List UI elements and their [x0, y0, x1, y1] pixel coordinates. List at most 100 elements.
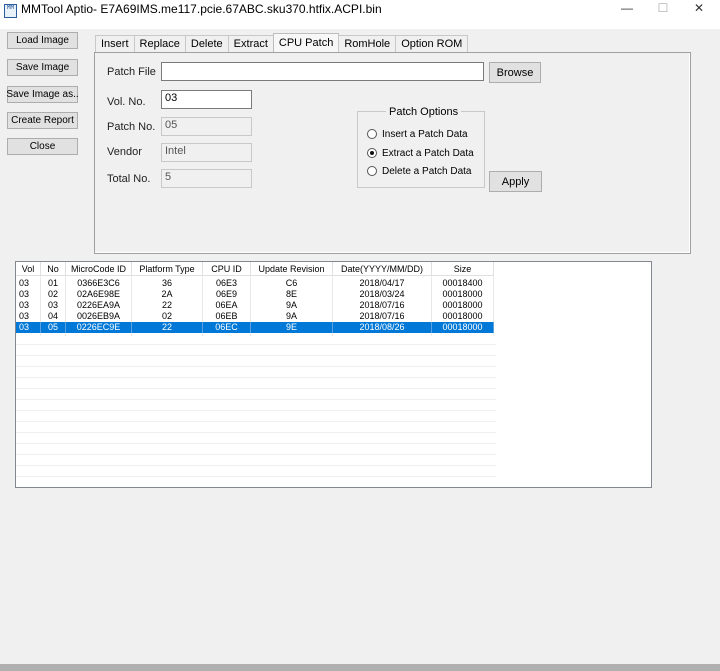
cell-cpu-id: 06EC	[203, 322, 251, 333]
grid-line	[16, 344, 496, 345]
patch-file-field[interactable]	[161, 62, 484, 81]
cell-size: 00018000	[432, 300, 494, 311]
radio-icon[interactable]	[367, 129, 377, 139]
col-size[interactable]: Size	[432, 262, 494, 276]
cell-microcode-id: 02A6E98E	[66, 289, 132, 300]
total-no-label: Total No.	[107, 173, 151, 185]
cell-microcode-id: 0226EC9E	[66, 322, 132, 333]
cell-date: 2018/08/26	[333, 322, 432, 333]
load-image-button[interactable]: Load Image	[7, 32, 78, 49]
patch-file-label: Patch File	[107, 66, 156, 78]
table-row[interactable]: 03 04 0026EB9A 02 06EB 9A 2018/07/16 000…	[16, 311, 494, 322]
tab-extract[interactable]: Extract	[227, 35, 274, 52]
option-label: Delete a Patch Data	[382, 165, 472, 177]
window-title: MMTool Aptio- E7A69IMS.me117.pcie.67ABC.…	[21, 2, 382, 16]
cell-no: 04	[41, 311, 66, 322]
cell-platform-type: 22	[132, 300, 203, 311]
table-row[interactable]: 03 02 02A6E98E 2A 06E9 8E 2018/03/24 000…	[16, 289, 494, 300]
grid-line	[16, 432, 496, 433]
col-date[interactable]: Date(YYYY/MM/DD)	[333, 262, 432, 276]
cell-date: 2018/07/16	[333, 300, 432, 311]
tab-option-rom[interactable]: Option ROM	[395, 35, 469, 52]
cell-platform-type: 36	[132, 278, 203, 289]
tab-cpu-patch[interactable]: CPU Patch	[272, 33, 340, 52]
option-label: Insert a Patch Data	[382, 128, 468, 140]
col-platform-type[interactable]: Platform Type	[132, 262, 203, 276]
option-extract-patch[interactable]: Extract a Patch Data	[367, 146, 474, 160]
cell-update-revision: 9A	[251, 300, 333, 311]
radio-icon[interactable]	[367, 166, 377, 176]
cell-platform-type: 2A	[132, 289, 203, 300]
cell-vol: 03	[16, 289, 41, 300]
cell-microcode-id: 0366E3C6	[66, 278, 132, 289]
patch-no-label: Patch No.	[107, 121, 156, 133]
option-insert-patch[interactable]: Insert a Patch Data	[367, 127, 468, 141]
vendor-field: Intel	[161, 143, 252, 162]
option-delete-patch[interactable]: Delete a Patch Data	[367, 164, 472, 178]
grid-line	[16, 366, 496, 367]
cell-platform-type: 02	[132, 311, 203, 322]
cell-size: 00018000	[432, 289, 494, 300]
cell-microcode-id: 0226EA9A	[66, 300, 132, 311]
save-image-as-button[interactable]: Save Image as..	[6, 86, 79, 103]
table-row[interactable]: 03 01 0366E3C6 36 06E3 C6 2018/04/17 000…	[16, 278, 494, 289]
apply-button[interactable]: Apply	[489, 171, 542, 192]
cell-size: 00018400	[432, 278, 494, 289]
col-vol[interactable]: Vol	[16, 262, 41, 276]
create-report-button[interactable]: Create Report	[7, 112, 78, 129]
total-no-field: 5	[161, 169, 252, 188]
microcode-table[interactable]: Vol No MicroCode ID Platform Type CPU ID…	[15, 261, 652, 488]
cell-cpu-id: 06EB	[203, 311, 251, 322]
cell-update-revision: 9E	[251, 322, 333, 333]
cell-platform-type: 22	[132, 322, 203, 333]
table-row[interactable]: 03 03 0226EA9A 22 06EA 9A 2018/07/16 000…	[16, 300, 494, 311]
cell-no: 05	[41, 322, 66, 333]
cell-size: 00018000	[432, 311, 494, 322]
cell-no: 01	[41, 278, 66, 289]
tab-romhole[interactable]: RomHole	[338, 35, 397, 52]
grid-line	[16, 410, 496, 411]
cell-date: 2018/03/24	[333, 289, 432, 300]
tab-delete[interactable]: Delete	[184, 35, 229, 52]
cell-vol: 03	[16, 278, 41, 289]
tab-insert[interactable]: Insert	[95, 35, 135, 52]
vol-no-label: Vol. No.	[107, 96, 146, 108]
grid-line	[16, 355, 496, 356]
tab-strip: Insert Replace Delete Extract CPU Patch …	[95, 33, 469, 52]
grid-line	[16, 443, 496, 444]
app-icon: MM	[4, 4, 17, 18]
grid-line	[16, 476, 496, 477]
cell-vol: 03	[16, 322, 41, 333]
grid-line	[16, 399, 496, 400]
grid-line	[16, 421, 496, 422]
title-bar: MM MMTool Aptio- E7A69IMS.me117.pcie.67A…	[0, 0, 720, 29]
col-cpu-id[interactable]: CPU ID	[203, 262, 251, 276]
vol-no-field[interactable]: 03	[161, 90, 252, 109]
grid-line	[16, 377, 496, 378]
cell-no: 02	[41, 289, 66, 300]
cell-microcode-id: 0026EB9A	[66, 311, 132, 322]
col-no[interactable]: No	[41, 262, 66, 276]
save-image-button[interactable]: Save Image	[7, 59, 78, 76]
tab-replace[interactable]: Replace	[133, 35, 186, 52]
option-label: Extract a Patch Data	[382, 147, 474, 159]
grid-line	[16, 388, 496, 389]
col-update-revision[interactable]: Update Revision	[251, 262, 333, 276]
cell-date: 2018/04/17	[333, 278, 432, 289]
cell-update-revision: 9A	[251, 311, 333, 322]
cell-size: 00018000	[432, 322, 494, 333]
cell-update-revision: C6	[251, 278, 333, 289]
grid-line	[16, 454, 496, 455]
cell-update-revision: 8E	[251, 289, 333, 300]
cell-cpu-id: 06E3	[203, 278, 251, 289]
browse-button[interactable]: Browse	[489, 62, 541, 83]
table-row-selected[interactable]: 03 05 0226EC9E 22 06EC 9E 2018/08/26 000…	[16, 322, 494, 333]
cell-vol: 03	[16, 300, 41, 311]
grid-line	[16, 465, 496, 466]
cell-vol: 03	[16, 311, 41, 322]
radio-selected-icon[interactable]	[367, 148, 377, 158]
close-button[interactable]: Close	[7, 138, 78, 155]
bottom-edge	[0, 664, 720, 671]
close-icon[interactable]: ✕	[676, 0, 720, 16]
col-microcode-id[interactable]: MicroCode ID	[66, 262, 132, 276]
